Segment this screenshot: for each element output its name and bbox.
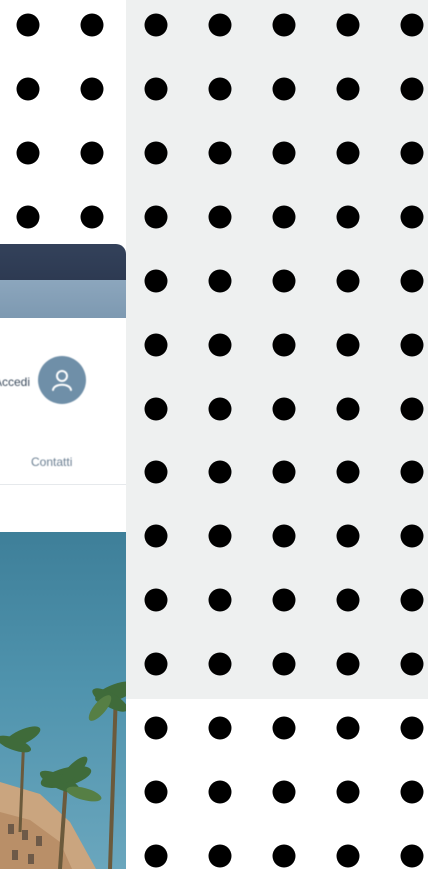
grid-dot [400, 780, 424, 804]
grid-dot [336, 844, 360, 868]
login-label[interactable]: Accedi [0, 375, 30, 389]
grid-dot [80, 77, 104, 101]
grid-dot [400, 844, 424, 868]
secondary-bar [0, 280, 126, 318]
grid-dot [272, 780, 296, 804]
grid-dot [336, 716, 360, 740]
background-panel [126, 0, 428, 699]
grid-dot [336, 780, 360, 804]
grid-dot [272, 844, 296, 868]
palm-trees-building-image [0, 681, 126, 869]
website-preview-card: Accedi Contatti [0, 244, 126, 869]
grid-dot [16, 77, 40, 101]
grid-dot [80, 13, 104, 37]
grid-dot [208, 780, 232, 804]
grid-dot [272, 716, 296, 740]
grid-dot [16, 13, 40, 37]
nav-divider [0, 484, 126, 485]
grid-dot [80, 141, 104, 165]
grid-dot [144, 716, 168, 740]
grid-dot [16, 205, 40, 229]
grid-dot [208, 844, 232, 868]
grid-dot [144, 844, 168, 868]
hero-image [0, 532, 126, 869]
grid-dot [144, 780, 168, 804]
grid-dot [208, 716, 232, 740]
user-icon [52, 370, 72, 391]
grid-dot [16, 141, 40, 165]
top-bar [0, 244, 126, 280]
nav-item-contatti[interactable]: Contatti [31, 455, 72, 469]
grid-dot [400, 716, 424, 740]
user-avatar-button[interactable] [38, 356, 86, 404]
grid-dot [80, 205, 104, 229]
